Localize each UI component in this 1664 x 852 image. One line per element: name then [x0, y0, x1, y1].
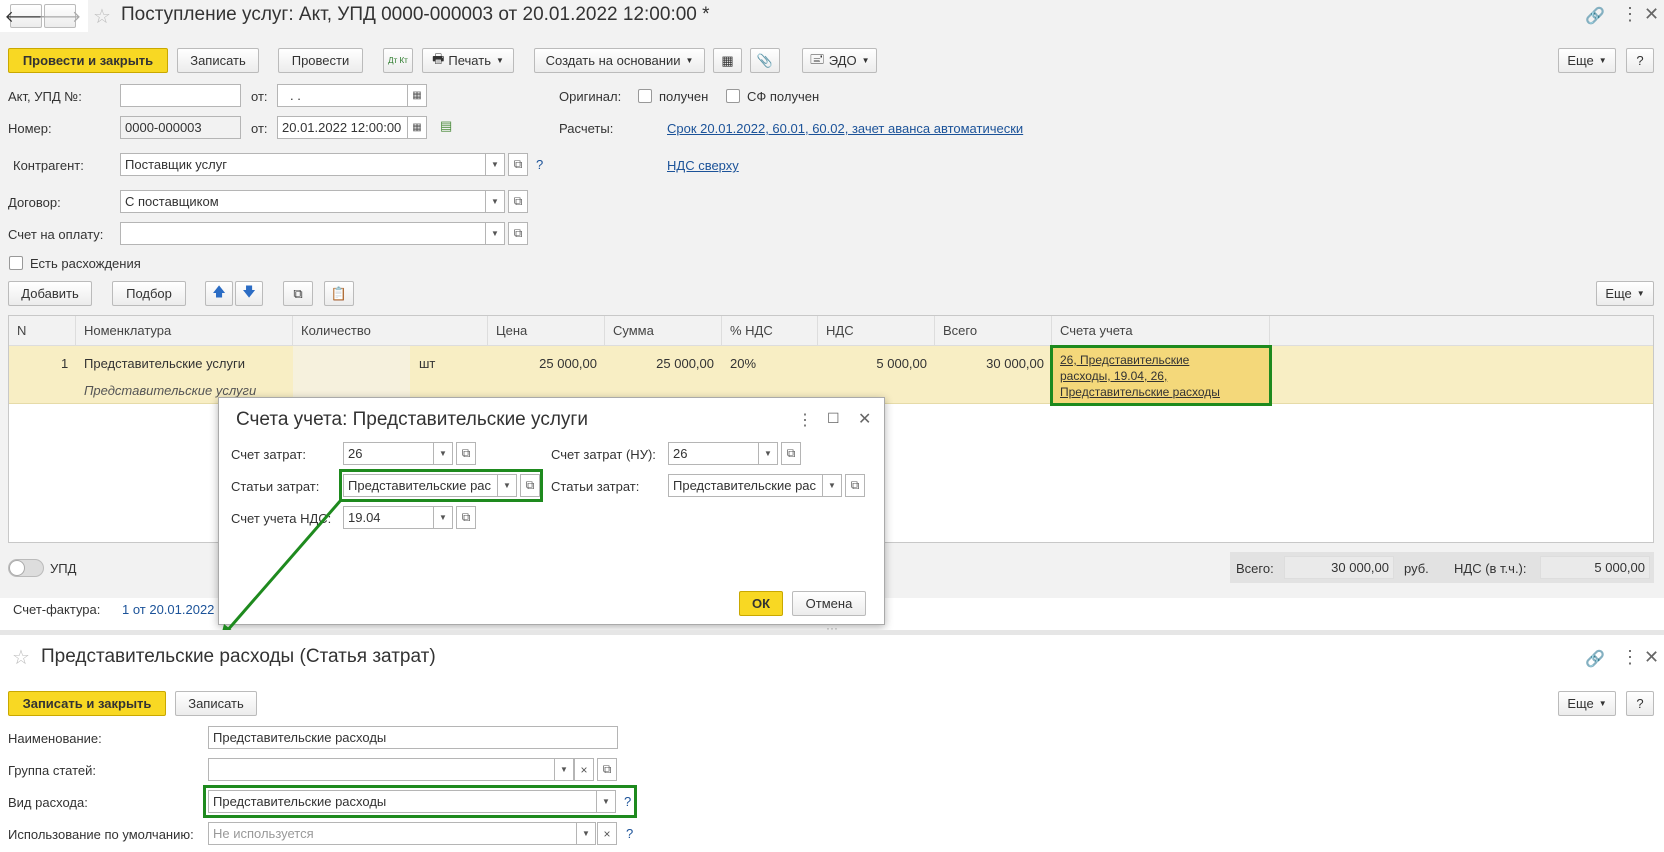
- favorite-star-icon[interactable]: ☆: [12, 645, 30, 670]
- default-use-label: Использование по умолчанию:: [8, 827, 194, 842]
- form-help-button[interactable]: ?: [1626, 691, 1654, 716]
- form-more-label: Еще: [1567, 696, 1594, 711]
- save-and-close-button[interactable]: Записать и закрыть: [8, 691, 166, 716]
- splitter-grip-icon[interactable]: ···: [826, 621, 838, 635]
- kebab-menu-icon[interactable]: ⋮: [1621, 647, 1639, 668]
- chevron-down-icon[interactable]: ▼: [554, 758, 574, 781]
- help-icon[interactable]: ?: [626, 826, 633, 841]
- default-use-placeholder: Не используется: [213, 826, 314, 841]
- group-label: Группа статей:: [8, 763, 96, 778]
- open-icon[interactable]: ⧉: [597, 758, 617, 781]
- expense-type-label: Вид расхода:: [8, 795, 88, 810]
- chevron-down-icon[interactable]: ▼: [576, 822, 596, 845]
- chevron-down-icon: ▼: [1598, 699, 1607, 708]
- clear-icon[interactable]: ×: [597, 822, 617, 845]
- form-title: Представительские расходы (Статья затрат…: [41, 646, 436, 667]
- form-more-button[interactable]: Еще ▼: [1558, 691, 1616, 716]
- group-input[interactable]: [208, 758, 556, 781]
- close-icon[interactable]: ✕: [1644, 647, 1659, 668]
- default-use-input[interactable]: Не используется: [208, 822, 578, 845]
- expense-type-highlight: [203, 785, 637, 818]
- clear-icon[interactable]: ×: [574, 758, 594, 781]
- link-icon[interactable]: 🔗: [1585, 649, 1605, 669]
- form-save-button[interactable]: Записать: [175, 691, 257, 716]
- name-label: Наименование:: [8, 731, 102, 746]
- name-input[interactable]: Представительские расходы: [208, 726, 618, 749]
